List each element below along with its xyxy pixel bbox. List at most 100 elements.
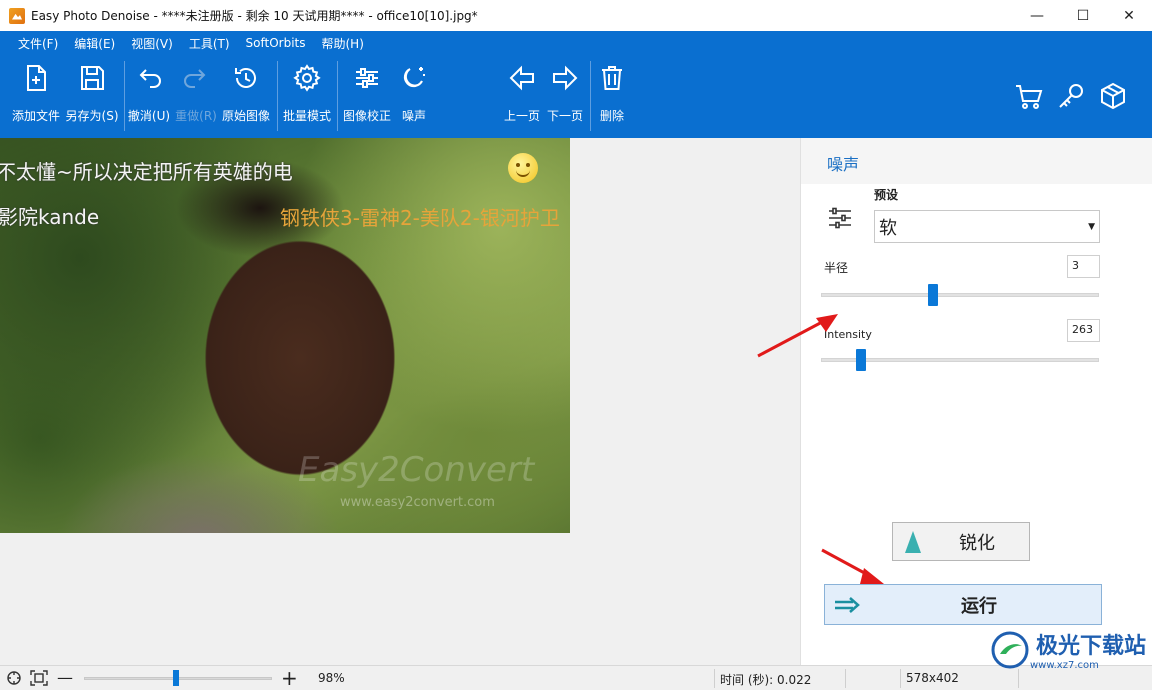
prev-page-button[interactable]: 上一页: [502, 57, 542, 131]
subtitle-line-2: 影院kande: [0, 205, 100, 229]
status-separator: [900, 669, 901, 688]
panel-title: 噪声: [827, 155, 860, 174]
undo-icon: [139, 69, 161, 88]
next-page-button[interactable]: 下一页: [545, 57, 585, 131]
status-separator: [714, 669, 715, 688]
window-controls: — ☐ ✕: [1014, 0, 1152, 31]
minimize-button[interactable]: —: [1014, 0, 1060, 31]
zoom-out-icon[interactable]: —: [57, 668, 73, 687]
menu-help[interactable]: 帮助(H): [313, 35, 371, 52]
image-size: 578x402: [906, 671, 959, 685]
sharpen-button[interactable]: 锐化: [892, 522, 1030, 561]
preset-label: 预设: [874, 188, 899, 202]
arrow-right-icon: [553, 65, 578, 91]
intensity-label: Intensity: [824, 328, 872, 341]
menu-file[interactable]: 文件(F): [10, 35, 66, 52]
noise-label: 噪声: [401, 109, 426, 123]
menu-softorbits[interactable]: SoftOrbits: [238, 36, 314, 50]
brand-name: 极光下载站: [1036, 634, 1147, 659]
menu-view[interactable]: 视图(V): [123, 35, 181, 52]
undo-button[interactable]: 撤消(U): [128, 57, 170, 131]
run-label: 运行: [961, 595, 997, 617]
redo-icon: [184, 69, 206, 88]
key-icon[interactable]: [1056, 81, 1086, 111]
intensity-input[interactable]: 263: [1067, 319, 1100, 342]
menu-bar: 文件(F) 编辑(E) 视图(V) 工具(T) SoftOrbits 帮助(H): [0, 31, 1152, 55]
menu-tools[interactable]: 工具(T): [181, 35, 238, 52]
undo-label: 撤消(U): [127, 109, 171, 123]
radius-slider-track[interactable]: [821, 293, 1099, 297]
redo-label: 重做(R): [175, 109, 217, 123]
run-button[interactable]: 运行: [824, 584, 1102, 625]
preset-value: 软: [879, 217, 897, 239]
subtitle-line-1: 不太懂~所以决定把所有英雄的电: [0, 160, 293, 184]
gear-icon: [293, 64, 321, 92]
save-as-label: 另存为(S): [65, 109, 119, 123]
panel-header: 噪声: [801, 138, 1152, 184]
history-icon: [235, 68, 256, 88]
delete-button[interactable]: 删除: [596, 57, 628, 131]
cart-icon[interactable]: [1014, 81, 1044, 111]
title-bar: Easy Photo Denoise - ****未注册版 - 剩余 10 天试…: [0, 0, 1152, 31]
toolbar-separator: [277, 61, 278, 131]
radius-input[interactable]: 3: [1067, 255, 1100, 278]
preset-dropdown[interactable]: 软 ▼: [874, 210, 1100, 243]
image-canvas[interactable]: 不太懂~所以决定把所有英雄的电 影院kande 钢铁侠3-雷神2-美队2-银河护…: [0, 138, 800, 665]
sharpen-triangle-icon: [905, 530, 921, 553]
add-file-icon: [27, 65, 46, 91]
zoom-slider-thumb[interactable]: [173, 670, 179, 686]
toolbar-separator: [337, 61, 338, 131]
status-bar: — + 98% 时间 (秒): 0.022 578x402: [0, 665, 1152, 690]
add-file-button[interactable]: 添加文件: [12, 57, 60, 131]
add-file-label: 添加文件: [12, 109, 61, 123]
maximize-button[interactable]: ☐: [1060, 0, 1106, 31]
brand-logo-icon: [991, 631, 1029, 668]
image-correction-label: 图像校正: [342, 109, 391, 123]
ribbon: 文件(F) 编辑(E) 视图(V) 工具(T) SoftOrbits 帮助(H)…: [0, 31, 1152, 138]
toolbar-separator: [590, 61, 591, 131]
arrow-left-icon: [509, 65, 534, 91]
brand-url: www.xz7.com: [1030, 660, 1099, 671]
toolbar-separator: [124, 61, 125, 131]
process-time: 时间 (秒): 0.022: [720, 673, 812, 687]
redo-button[interactable]: 重做(R): [175, 57, 217, 131]
sliders-icon: [356, 68, 378, 88]
box-icon[interactable]: [1098, 81, 1128, 111]
intensity-slider-thumb[interactable]: [856, 349, 866, 371]
watermark-url: www.easy2convert.com: [340, 495, 495, 510]
radius-slider-thumb[interactable]: [928, 284, 938, 306]
smiley-emoji-icon: [508, 153, 538, 183]
settings-panel: 噪声 预设 软 ▼ 半径 3 Intensity 263 锐化 运行: [800, 138, 1152, 665]
run-arrow-icon: [835, 596, 860, 613]
close-button[interactable]: ✕: [1106, 0, 1152, 31]
preset-sliders-icon: [829, 207, 851, 229]
image-correction-button[interactable]: 图像校正: [341, 57, 393, 131]
original-image-button[interactable]: 原始图像: [220, 57, 272, 131]
batch-mode-label: 批量模式: [282, 109, 331, 123]
save-as-button[interactable]: 另存为(S): [65, 57, 119, 131]
site-watermark: 极光下载站 www.xz7.com: [990, 628, 1146, 671]
sharpen-label: 锐化: [959, 532, 995, 554]
trash-icon: [602, 66, 622, 90]
menu-edit[interactable]: 编辑(E): [66, 35, 123, 52]
next-page-label: 下一页: [546, 109, 583, 123]
prev-page-label: 上一页: [503, 109, 540, 123]
zoom-level: 98%: [318, 671, 345, 685]
window-title: Easy Photo Denoise - ****未注册版 - 剩余 10 天试…: [31, 9, 478, 23]
original-image-label: 原始图像: [221, 109, 270, 123]
status-separator: [845, 669, 846, 688]
status-separator: [1018, 669, 1019, 688]
app-icon: [9, 7, 25, 24]
moon-stars-icon: [403, 67, 425, 88]
delete-label: 删除: [599, 109, 624, 123]
save-icon: [81, 66, 104, 90]
radius-label: 半径: [824, 261, 849, 275]
noise-button[interactable]: 噪声: [397, 57, 431, 131]
photo-preview[interactable]: 不太懂~所以决定把所有英雄的电 影院kande 钢铁侠3-雷神2-美队2-银河护…: [0, 138, 570, 533]
batch-mode-button[interactable]: 批量模式: [281, 57, 333, 131]
zoom-frame-icon[interactable]: [30, 670, 48, 686]
subtitle-line-3: 钢铁侠3-雷神2-美队2-银河护卫: [280, 206, 560, 230]
watermark-logo: Easy2Convert: [298, 450, 535, 490]
zoom-in-icon[interactable]: +: [281, 666, 298, 690]
zoom-fit-icon[interactable]: [6, 670, 22, 686]
